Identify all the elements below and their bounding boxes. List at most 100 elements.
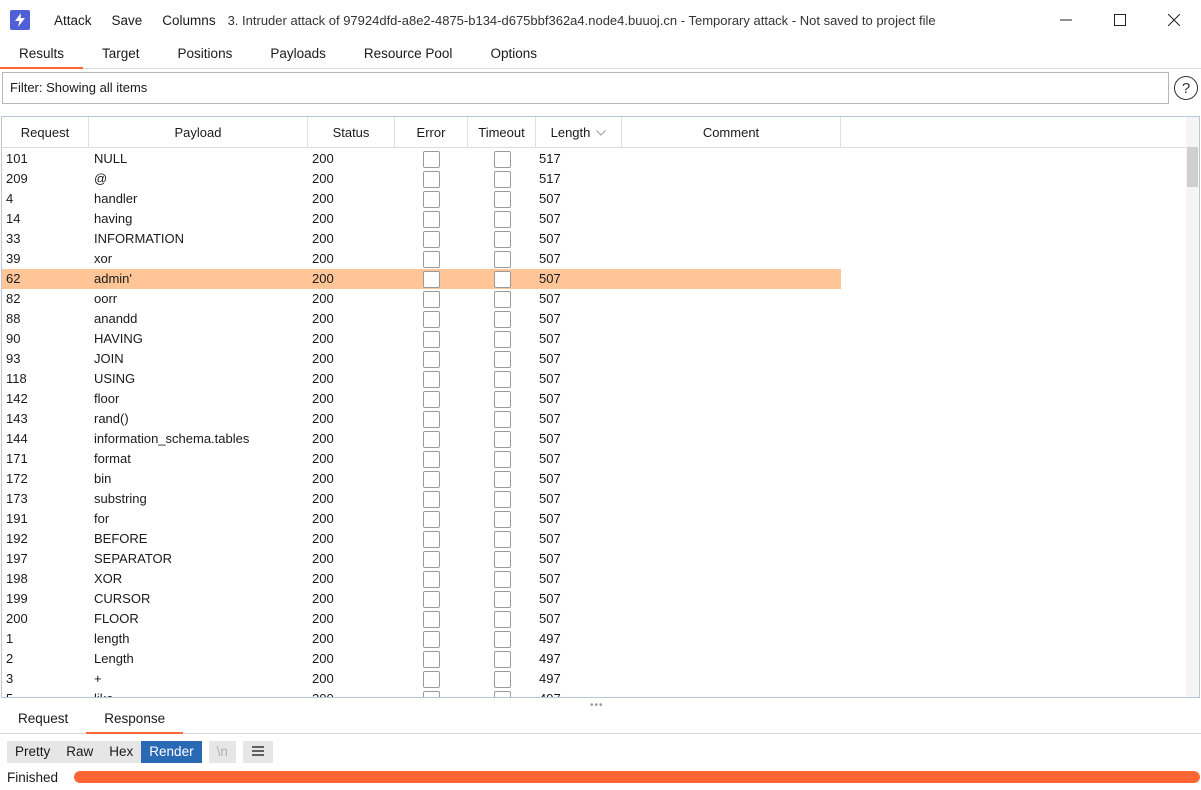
error-checkbox[interactable] [423,490,440,508]
timeout-checkbox[interactable] [493,230,511,248]
column-header-length[interactable]: Length [536,117,622,148]
table-row[interactable]: 142 floor 200 507 [2,389,1188,409]
column-header-error[interactable]: Error [395,117,468,148]
timeout-checkbox[interactable] [493,490,511,508]
table-row[interactable]: 200 FLOOR 200 507 [2,609,1188,629]
timeout-checkbox[interactable] [493,330,511,348]
timeout-checkbox[interactable] [493,430,511,448]
timeout-checkbox[interactable] [493,270,511,288]
timeout-checkbox[interactable] [493,670,511,688]
menu-attack[interactable]: Attack [44,13,102,28]
error-checkbox[interactable] [423,150,440,168]
timeout-checkbox[interactable] [493,170,511,188]
timeout-checkbox[interactable] [493,210,511,228]
table-row[interactable]: 171 format 200 507 [2,449,1188,469]
timeout-checkbox[interactable] [493,410,511,428]
newline-button[interactable]: \n [208,741,236,763]
column-header-payload[interactable]: Payload [89,117,308,148]
table-row[interactable]: 192 BEFORE 200 507 [2,529,1188,549]
timeout-checkbox[interactable] [493,550,511,568]
error-checkbox[interactable] [423,670,440,688]
table-row[interactable]: 62 admin' 200 507 [2,269,1188,289]
error-checkbox[interactable] [423,590,440,608]
error-checkbox[interactable] [423,650,440,668]
options-menu-button[interactable] [242,741,273,763]
column-header-timeout[interactable]: Timeout [468,117,536,148]
close-button[interactable] [1147,0,1201,40]
tab-options[interactable]: Options [471,40,556,68]
error-checkbox[interactable] [423,530,440,548]
error-checkbox[interactable] [423,550,440,568]
error-checkbox[interactable] [423,690,440,697]
timeout-checkbox[interactable] [493,310,511,328]
column-header-status[interactable]: Status [308,117,395,148]
table-row[interactable]: 39 xor 200 507 [2,249,1188,269]
error-checkbox[interactable] [423,610,440,628]
table-row[interactable]: 33 INFORMATION 200 507 [2,229,1188,249]
filter-bar[interactable]: Filter: Showing all items [2,72,1169,104]
help-icon[interactable]: ? [1174,76,1198,100]
table-row[interactable]: 173 substring 200 507 [2,489,1188,509]
timeout-checkbox[interactable] [493,570,511,588]
tab-request[interactable]: Request [0,706,86,733]
table-row[interactable]: 172 bin 200 507 [2,469,1188,489]
table-row[interactable]: 1 length 200 497 [2,629,1188,649]
table-row[interactable]: 209 @200 517 [2,169,1188,189]
error-checkbox[interactable] [423,290,440,308]
table-row[interactable]: 93 JOIN 200 507 [2,349,1188,369]
table-row[interactable]: 197 SEPARATOR 200 507 [2,549,1188,569]
timeout-checkbox[interactable] [493,530,511,548]
table-row[interactable]: 2 Length 200 497 [2,649,1188,669]
timeout-checkbox[interactable] [493,450,511,468]
scrollbar-thumb[interactable] [1187,147,1198,187]
tab-response[interactable]: Response [86,706,183,734]
tab-results[interactable]: Results [0,40,84,69]
error-checkbox[interactable] [423,470,440,488]
error-checkbox[interactable] [423,350,440,368]
table-row[interactable]: 144 information_schema.tables 200 507 [2,429,1188,449]
error-checkbox[interactable] [423,450,440,468]
timeout-checkbox[interactable] [493,350,511,368]
tab-target[interactable]: Target [83,40,159,68]
error-checkbox[interactable] [423,510,440,528]
table-row[interactable]: 101 NULL 200 517 [2,149,1188,169]
timeout-checkbox[interactable] [493,370,511,388]
error-checkbox[interactable] [423,630,440,648]
tab-payloads[interactable]: Payloads [251,40,345,68]
error-checkbox[interactable] [423,230,440,248]
hex-button[interactable]: Hex [101,741,142,763]
table-row[interactable]: 14 having 200 507 [2,209,1188,229]
error-checkbox[interactable] [423,170,440,188]
table-row[interactable]: 3 +200 497 [2,669,1188,689]
timeout-checkbox[interactable] [493,590,511,608]
timeout-checkbox[interactable] [493,510,511,528]
table-row[interactable]: 143 rand() 200 507 [2,409,1188,429]
error-checkbox[interactable] [423,270,440,288]
table-row[interactable]: 199 CURSOR 200 507 [2,589,1188,609]
table-row[interactable]: 191 for 200 507 [2,509,1188,529]
error-checkbox[interactable] [423,190,440,208]
minimize-button[interactable] [1039,0,1093,40]
tab-positions[interactable]: Positions [159,40,252,68]
error-checkbox[interactable] [423,370,440,388]
tab-resource-pool[interactable]: Resource Pool [345,40,472,68]
table-row[interactable]: 90 HAVING 200 507 [2,329,1188,349]
timeout-checkbox[interactable] [493,690,511,697]
error-checkbox[interactable] [423,250,440,268]
raw-button[interactable]: Raw [58,741,102,763]
error-checkbox[interactable] [423,410,440,428]
pretty-button[interactable]: Pretty [7,741,59,763]
column-header-request[interactable]: Request [2,117,89,148]
timeout-checkbox[interactable] [493,190,511,208]
render-button[interactable]: Render [141,741,202,763]
timeout-checkbox[interactable] [493,630,511,648]
error-checkbox[interactable] [423,310,440,328]
timeout-checkbox[interactable] [493,250,511,268]
error-checkbox[interactable] [423,430,440,448]
column-header-comment[interactable]: Comment [622,117,841,148]
table-row[interactable]: 4 handler 200 507 [2,189,1188,209]
table-row[interactable]: 118 USING 200 507 [2,369,1188,389]
menu-save[interactable]: Save [102,13,153,28]
table-row[interactable]: 5like200 497 [2,689,1188,697]
timeout-checkbox[interactable] [493,290,511,308]
